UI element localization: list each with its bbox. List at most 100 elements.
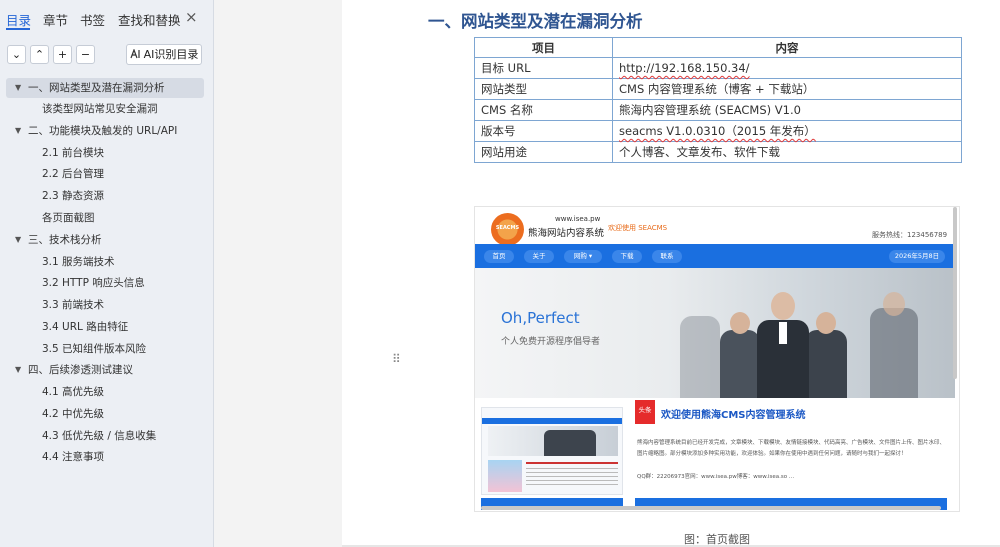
toc-item[interactable]: 3.2 HTTP 响应头信息: [42, 273, 145, 293]
site-hero-banner: Oh,Perfect 个人免费开源程序倡导者: [475, 268, 955, 398]
minus-icon: −: [80, 48, 91, 61]
collapse-all-button[interactable]: ⌃: [30, 45, 49, 64]
shirt-collar: [779, 322, 787, 344]
table-row: 目标 URL http://192.168.150.34/: [474, 57, 962, 79]
site-thumbnail: [481, 407, 623, 495]
news-meta: QQ群：22206973官网：www.isea.pw博客：www.isea.so…: [637, 474, 795, 480]
table-header-row: 项目 内容: [474, 37, 962, 58]
site-news-block: 头条 欢迎使用熊海CMS内容管理系统 熊海内容管理系统目前已经开发完成，文章模块…: [635, 400, 955, 500]
ai-recognize-toc-button[interactable]: AI识别目录: [126, 44, 202, 65]
plus-icon: +: [57, 48, 68, 61]
business-person-head: [730, 312, 750, 334]
business-person: [720, 330, 760, 398]
toc-item[interactable]: 2.1 前台模块: [42, 143, 104, 163]
site-nav-item: 关于: [524, 250, 554, 263]
toc-item[interactable]: 4.4 注意事项: [42, 447, 104, 467]
site-name-text: 熊海网站内容系统: [528, 228, 605, 239]
toc-item[interactable]: 各页面截图: [42, 208, 95, 228]
expand-all-button[interactable]: ⌄: [7, 45, 26, 64]
seacms-logo: SEACMS: [491, 213, 524, 246]
table-row: CMS 名称 熊海内容管理系统 (SEACMS) V1.0: [474, 99, 962, 121]
ai-icon: [130, 48, 140, 59]
remove-heading-button[interactable]: −: [76, 45, 95, 64]
toc-item[interactable]: 该类型网站常见安全漏洞: [42, 99, 158, 119]
toc-item[interactable]: 3.5 已知组件版本风险: [42, 339, 146, 359]
toc-item-section-2[interactable]: ▼ 二、功能模块及触发的 URL/API: [6, 121, 204, 141]
toc-item[interactable]: 4.3 低优先级 / 信息收集: [42, 426, 156, 446]
thumb-people: [544, 430, 596, 456]
chevron-up-icon: ⌃: [34, 48, 45, 61]
expand-triangle-icon[interactable]: ▼: [15, 360, 21, 380]
table-cell: 目标 URL: [474, 57, 613, 79]
hero-subtitle: 个人免费开源程序倡导者: [501, 337, 601, 347]
table-cell: 熊海内容管理系统 (SEACMS) V1.0: [612, 99, 962, 121]
close-icon[interactable]: ×: [185, 8, 198, 26]
ai-button-label: AI识别目录: [143, 48, 199, 61]
thumb-nav: [482, 418, 622, 424]
expand-triangle-icon[interactable]: ▼: [15, 121, 21, 141]
add-heading-button[interactable]: +: [53, 45, 72, 64]
thumb-image: [488, 460, 522, 492]
version-text: seacms V1.0.0310（2015 年发布）: [619, 124, 816, 138]
toc-item[interactable]: 4.2 中优先级: [42, 404, 104, 424]
image-horizontal-scrollbar: [481, 506, 941, 510]
table-cell: 版本号: [474, 120, 613, 142]
table-row: 网站类型 CMS 内容管理系统（博客 + 下载站）: [474, 78, 962, 100]
news-body: 熊海内容管理系统目前已经开发完成，文章模块、下载模块、友情链接模块、代码高亮、广…: [637, 440, 946, 457]
table-row: 网站用途 个人博客、文章发布、软件下载: [474, 141, 962, 163]
toc-item[interactable]: 3.4 URL 路由特征: [42, 317, 128, 337]
business-person-head: [816, 312, 836, 334]
expand-triangle-icon[interactable]: ▼: [15, 230, 21, 250]
active-tab-indicator: [6, 28, 30, 30]
table-cell: 网站用途: [474, 141, 613, 163]
news-title: 欢迎使用熊海CMS内容管理系统: [661, 410, 806, 421]
toc-item[interactable]: 4.1 高优先级: [42, 382, 104, 402]
site-date-pill: 2026年5月8日: [889, 250, 945, 263]
pane-tabs: 目录 章节 书签 查找和替换 ×: [0, 0, 214, 36]
toc-item-label: 四、后续渗透测试建议: [28, 364, 133, 376]
table-cell: CMS 名称: [474, 99, 613, 121]
expand-triangle-icon[interactable]: ▼: [15, 78, 21, 98]
site-nav-bar: 首页 关于 网购 ▾ 下载 联系 2026年5月8日: [475, 244, 955, 268]
homepage-screenshot-image[interactable]: SEACMS www.isea.pw 熊海网站内容系统 欢迎使用 SEACMS …: [474, 206, 960, 512]
target-url-text[interactable]: http://192.168.150.34/: [619, 61, 750, 75]
toc-item-section-1[interactable]: ▼ 一、网站类型及潜在漏洞分析: [6, 78, 204, 98]
table-header-cell: 项目: [474, 37, 613, 58]
chevron-down-icon: ⌄: [11, 48, 22, 61]
section-heading: 一、网站类型及潜在漏洞分析: [428, 12, 643, 31]
site-nav-item: 联系: [652, 250, 682, 263]
welcome-text: 欢迎使用 SEACMS: [608, 224, 668, 232]
toc-item-label: 二、功能模块及触发的 URL/API: [28, 125, 178, 137]
toc-item-label: 三、技术栈分析: [28, 234, 102, 246]
info-table: 项目 内容 目标 URL http://192.168.150.34/ 网站类型…: [474, 37, 962, 163]
hero-title: Oh,Perfect: [501, 309, 580, 327]
table-header-cell: 内容: [612, 37, 962, 58]
business-person-head: [771, 292, 795, 320]
table-cell: 个人博客、文章发布、软件下载: [612, 141, 962, 163]
table-cell: seacms V1.0.0310（2015 年发布）: [612, 120, 962, 142]
drag-handle-icon[interactable]: ⠿: [392, 352, 401, 366]
toc-item-section-3[interactable]: ▼ 三、技术栈分析: [6, 230, 204, 250]
toc-item[interactable]: 2.3 静态资源: [42, 186, 104, 206]
thumb-headline: [526, 462, 618, 464]
toc-item-section-4[interactable]: ▼ 四、后续渗透测试建议: [6, 360, 204, 380]
tab-find-replace[interactable]: 查找和替换: [118, 10, 181, 29]
background-person: [870, 308, 918, 398]
site-nav-item: 网购 ▾: [564, 250, 602, 263]
table-cell: 网站类型: [474, 78, 613, 100]
table-cell: CMS 内容管理系统（博客 + 下载站）: [612, 78, 962, 100]
table-row: 版本号 seacms V1.0.0310（2015 年发布）: [474, 120, 962, 142]
tab-bookmarks[interactable]: 书签: [80, 10, 105, 29]
toc-item[interactable]: 2.2 后台管理: [42, 164, 104, 184]
site-nav-item: 下载: [612, 250, 642, 263]
background-person: [680, 316, 720, 398]
table-cell: http://192.168.150.34/: [612, 57, 962, 79]
thumb-text: [526, 468, 618, 488]
toc-item[interactable]: 3.1 服务端技术: [42, 252, 115, 272]
business-person: [805, 330, 847, 398]
hotline-text: 服务热线：123456789: [872, 231, 948, 239]
tab-chapters[interactable]: 章节: [43, 10, 68, 29]
site-nav-item: 首页: [484, 250, 514, 263]
toc-item[interactable]: 3.3 前端技术: [42, 295, 104, 315]
tab-toc[interactable]: 目录: [6, 10, 31, 29]
